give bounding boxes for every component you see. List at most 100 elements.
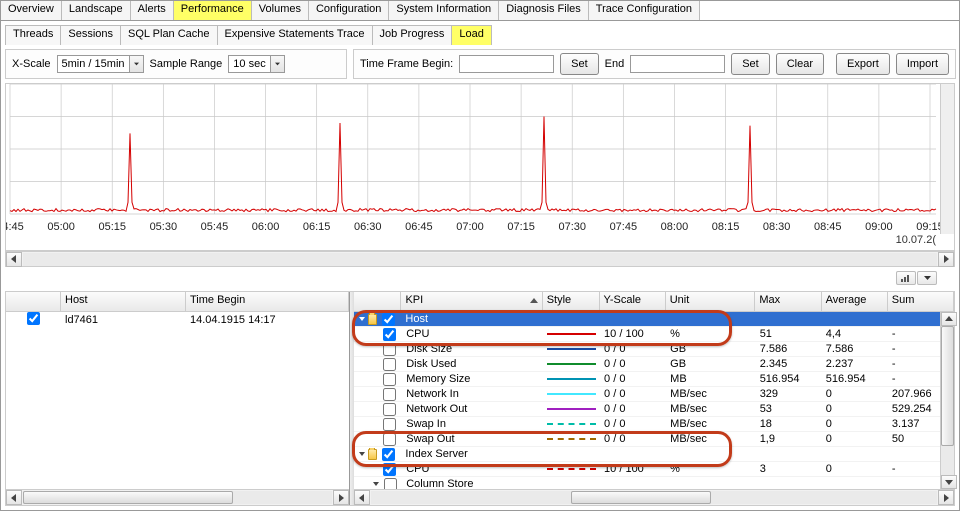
xscale-combo[interactable]: 5min / 15min — [57, 55, 144, 73]
tab-volumes[interactable]: Volumes — [252, 1, 309, 20]
xscale-label: X-Scale — [12, 58, 51, 70]
tab-overview[interactable]: Overview — [1, 1, 62, 20]
col-kpi[interactable]: KPI — [401, 292, 542, 311]
folder-icon — [368, 449, 377, 460]
subtab-sql-plan-cache[interactable]: SQL Plan Cache — [120, 25, 218, 45]
col-style[interactable]: Style — [543, 292, 600, 311]
kpi-name: CPU — [402, 463, 543, 475]
kpi-checkbox[interactable] — [383, 418, 396, 431]
subtab-sessions[interactable]: Sessions — [60, 25, 121, 45]
scroll-left-icon[interactable] — [6, 252, 22, 267]
sort-asc-icon — [530, 298, 538, 304]
tab-diagnosis-files[interactable]: Diagnosis Files — [499, 1, 589, 20]
export-button[interactable]: Export — [836, 53, 890, 75]
kpi-avg: 0 — [822, 418, 888, 430]
end-label: End — [605, 58, 625, 70]
subtab-job-progress[interactable]: Job Progress — [372, 25, 453, 45]
right-vertical-scrollbar[interactable] — [940, 312, 954, 489]
col-tree[interactable] — [354, 292, 401, 311]
host-cell[interactable]: ld7461 — [61, 314, 186, 326]
scroll-left-icon[interactable] — [354, 490, 370, 505]
chart-vertical-scrollbar[interactable] — [940, 84, 954, 234]
kpi-row[interactable]: Disk Used0 / 0GB2.3452.237- — [354, 357, 954, 372]
host-row-checkbox[interactable] — [27, 312, 40, 325]
subtab-load[interactable]: Load — [451, 25, 491, 45]
kpi-row[interactable]: Network Out0 / 0MB/sec530529.254 — [354, 402, 954, 417]
tab-system-information[interactable]: System Information — [389, 1, 499, 20]
kpi-checkbox[interactable] — [383, 403, 396, 416]
tab-landscape[interactable]: Landscape — [62, 1, 131, 20]
scroll-up-icon[interactable] — [941, 312, 957, 326]
col-max[interactable]: Max — [755, 292, 821, 311]
kpi-unit: % — [666, 463, 756, 475]
col-time-begin[interactable]: Time Begin — [186, 292, 349, 311]
kpi-row[interactable]: Column Store — [354, 477, 954, 489]
col-unit[interactable]: Unit — [666, 292, 756, 311]
expand-toggle-icon[interactable] — [358, 449, 366, 459]
subtab-threads[interactable]: Threads — [5, 25, 61, 45]
kpi-name: Swap Out — [402, 433, 543, 445]
kpi-checkbox[interactable] — [383, 388, 396, 401]
tab-configuration[interactable]: Configuration — [309, 1, 389, 20]
chart-horizontal-scrollbar[interactable] — [5, 251, 955, 267]
chevron-down-icon[interactable] — [917, 271, 937, 285]
chart-tool-icon[interactable] — [896, 271, 916, 285]
set-end-button[interactable]: Set — [731, 53, 770, 75]
expand-toggle-icon[interactable] — [358, 314, 366, 324]
scroll-right-icon[interactable] — [938, 490, 954, 505]
kpi-row[interactable]: Memory Size0 / 0MB516.954516.954- — [354, 372, 954, 387]
time-begin-cell[interactable]: 14.04.1915 14:17 — [186, 314, 349, 326]
kpi-checkbox[interactable] — [382, 313, 395, 326]
kpi-checkbox[interactable] — [383, 358, 396, 371]
scroll-left-icon[interactable] — [6, 490, 22, 505]
set-begin-button[interactable]: Set — [560, 53, 599, 75]
right-horizontal-scrollbar[interactable] — [354, 489, 954, 505]
sample-range-value: 10 sec — [229, 58, 269, 70]
kpi-row[interactable]: Swap In0 / 0MB/sec1803.137 — [354, 417, 954, 432]
chevron-down-icon[interactable] — [129, 56, 143, 72]
col-y-scale[interactable]: Y-Scale — [600, 292, 666, 311]
kpi-row[interactable]: CPU10 / 100%30- — [354, 462, 954, 477]
svg-text:07:30: 07:30 — [558, 221, 586, 233]
kpi-style — [543, 438, 600, 440]
kpi-row[interactable]: Disk Size0 / 0GB7.5867.586- — [354, 342, 954, 357]
kpi-checkbox[interactable] — [383, 328, 396, 341]
col-average[interactable]: Average — [822, 292, 888, 311]
expand-toggle-icon[interactable] — [372, 479, 380, 489]
kpi-row[interactable]: Index Server — [354, 447, 954, 462]
timeframe-begin-input[interactable] — [459, 55, 554, 73]
kpi-checkbox[interactable] — [383, 433, 396, 446]
scroll-right-icon[interactable] — [938, 252, 954, 267]
chevron-down-icon[interactable] — [270, 56, 284, 72]
clear-button[interactable]: Clear — [776, 53, 824, 75]
kpi-row[interactable]: Network In0 / 0MB/sec3290207.966 — [354, 387, 954, 402]
kpi-yscale: 10 / 100 — [600, 463, 666, 475]
kpi-checkbox[interactable] — [383, 343, 396, 356]
col-host[interactable]: Host — [61, 292, 186, 311]
kpi-row[interactable]: CPU10 / 100%514,4- — [354, 327, 954, 342]
subtabs: ThreadsSessionsSQL Plan CacheExpensive S… — [5, 25, 959, 45]
tab-performance[interactable]: Performance — [174, 1, 252, 20]
kpi-row[interactable]: Host — [354, 312, 954, 327]
import-button[interactable]: Import — [896, 53, 949, 75]
kpi-checkbox[interactable] — [383, 373, 396, 386]
tab-trace-configuration[interactable]: Trace Configuration — [589, 1, 700, 20]
sample-range-combo[interactable]: 10 sec — [228, 55, 284, 73]
kpi-checkbox[interactable] — [384, 478, 397, 490]
kpi-row[interactable]: Swap Out0 / 0MB/sec1,9050 — [354, 432, 954, 447]
timeframe-end-input[interactable] — [630, 55, 725, 73]
chart-date-label: 10.07.2( — [896, 234, 936, 246]
kpi-unit: MB/sec — [666, 403, 756, 415]
subtab-expensive-statements-trace[interactable]: Expensive Statements Trace — [217, 25, 373, 45]
kpi-checkbox[interactable] — [383, 463, 396, 476]
tab-alerts[interactable]: Alerts — [131, 1, 174, 20]
svg-text:08:00: 08:00 — [661, 221, 689, 233]
kpi-yscale: 0 / 0 — [600, 373, 666, 385]
scroll-down-icon[interactable] — [941, 475, 957, 489]
scroll-right-icon[interactable] — [333, 490, 349, 505]
col-checkbox[interactable] — [6, 292, 61, 311]
left-horizontal-scrollbar[interactable] — [6, 489, 349, 505]
col-sum[interactable]: Sum — [888, 292, 954, 311]
kpi-checkbox[interactable] — [382, 448, 395, 461]
svg-text:05:45: 05:45 — [201, 221, 229, 233]
